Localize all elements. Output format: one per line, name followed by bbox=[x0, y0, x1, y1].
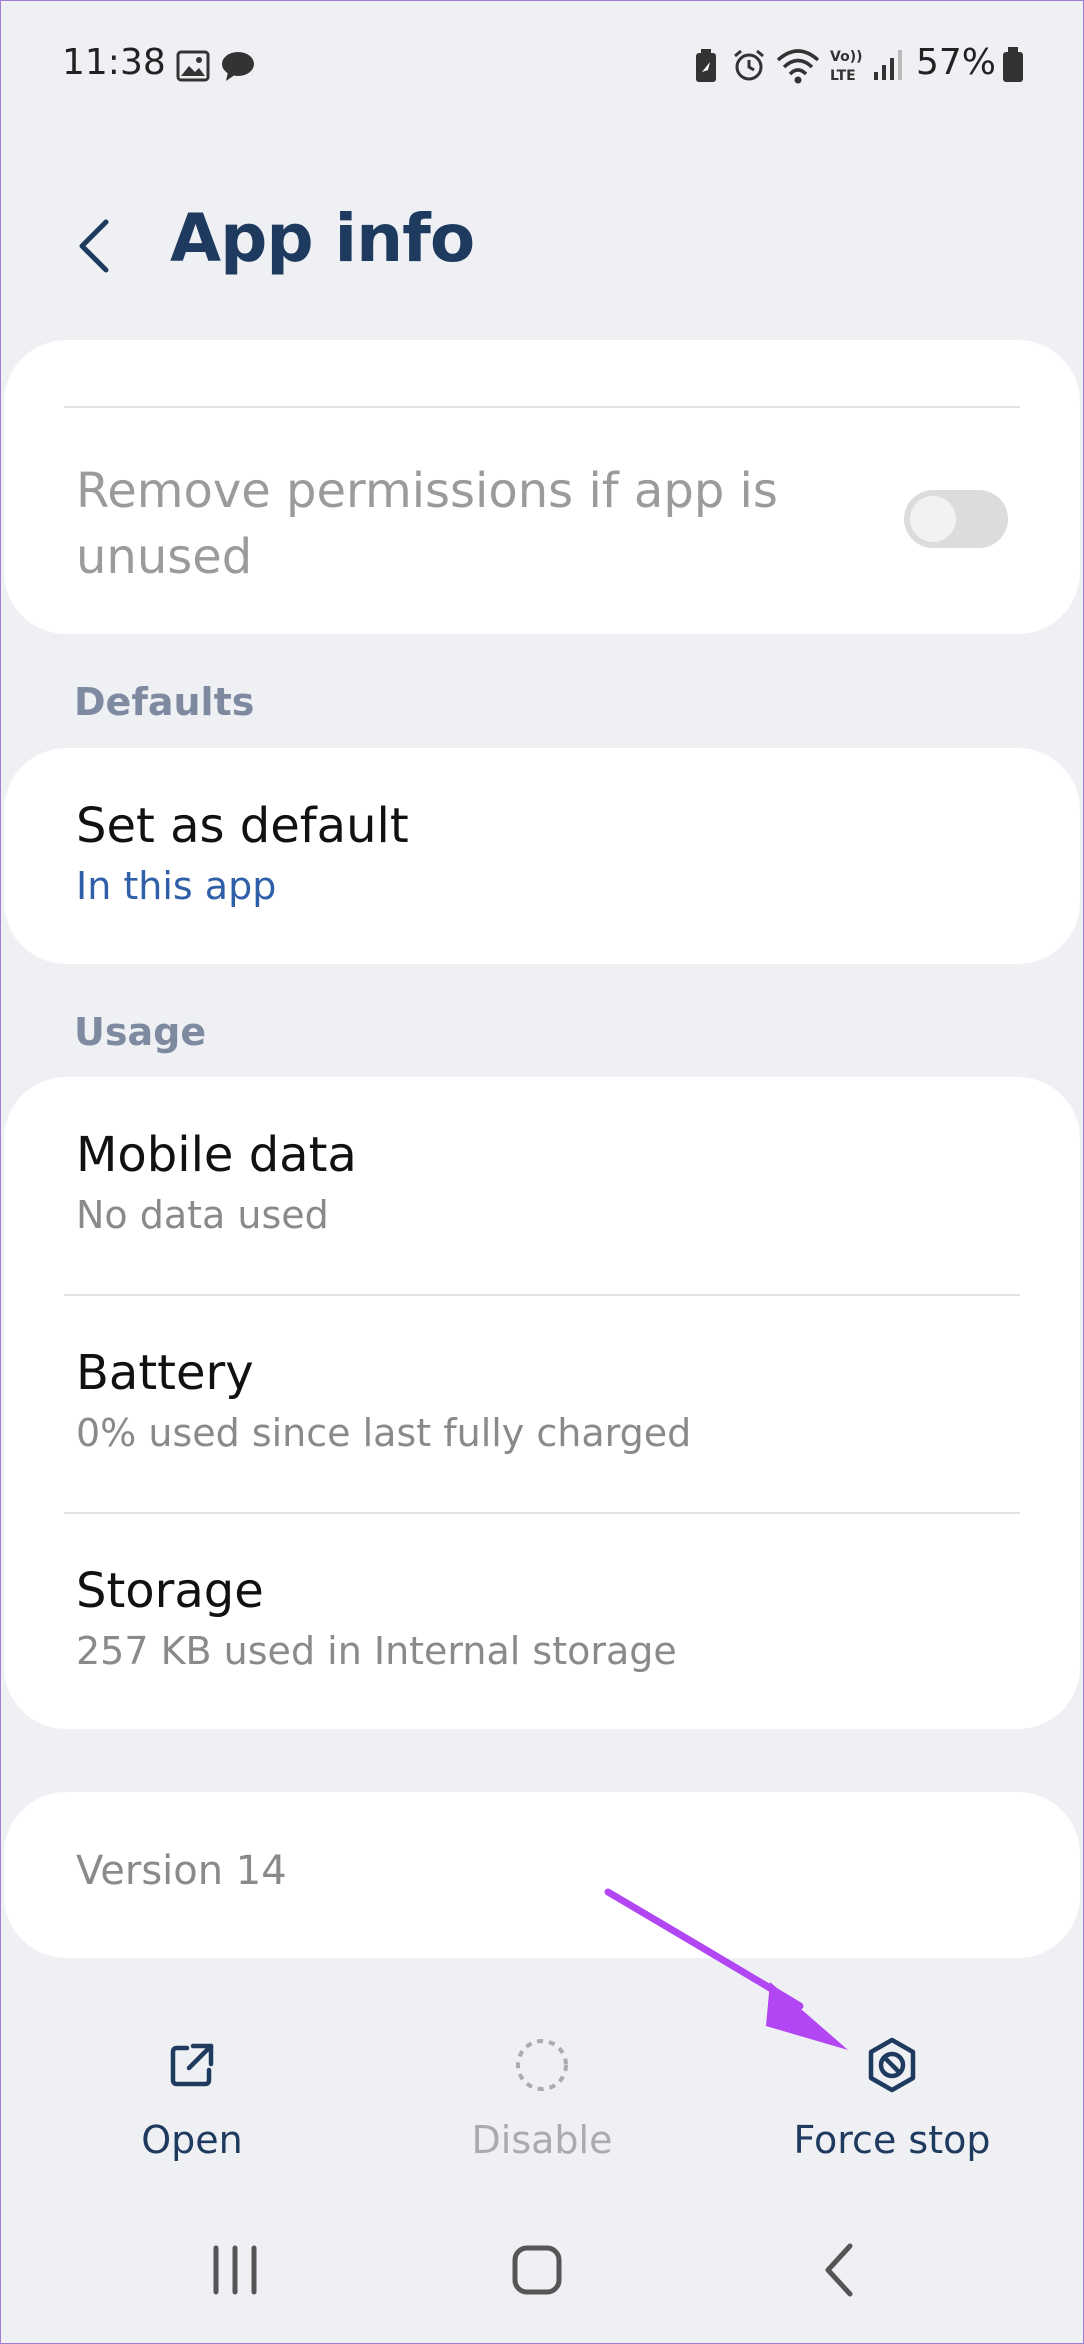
usage-card: Mobile data No data used Battery 0% used… bbox=[4, 1077, 1080, 1729]
back-button[interactable] bbox=[62, 200, 132, 290]
force-stop-icon bbox=[868, 2037, 916, 2093]
home-button[interactable] bbox=[482, 2230, 592, 2310]
version-label: Version 14 bbox=[76, 1848, 287, 1894]
force-stop-label: Force stop bbox=[793, 2118, 991, 2162]
battery-saver-icon bbox=[696, 49, 716, 82]
defaults-card: Set as default In this app bbox=[4, 748, 1080, 964]
svg-text:Vo)): Vo)) bbox=[830, 49, 862, 65]
alarm-icon bbox=[734, 49, 764, 81]
remove-permissions-toggle[interactable] bbox=[904, 490, 1008, 548]
set-as-default-title: Set as default bbox=[76, 798, 409, 854]
permissions-card: Screen time Remove permissions if app is… bbox=[4, 340, 1080, 634]
toggle-knob bbox=[910, 496, 956, 542]
section-defaults: Defaults bbox=[74, 680, 255, 724]
chat-icon bbox=[222, 52, 254, 81]
divider bbox=[64, 1512, 1020, 1514]
divider bbox=[64, 406, 1020, 408]
mobile-data-item[interactable]: Mobile data No data used bbox=[76, 1127, 1020, 1237]
divider bbox=[64, 1294, 1020, 1296]
open-button[interactable]: Open bbox=[72, 2030, 312, 2180]
open-external-icon bbox=[170, 2043, 214, 2087]
wifi-icon bbox=[776, 49, 820, 84]
remove-permissions-line2: unused bbox=[76, 529, 253, 585]
nav-back-button[interactable] bbox=[786, 2230, 896, 2310]
battery-percent: 57% bbox=[916, 42, 997, 83]
status-bar: 11:38 Vo)) LTE 57% bbox=[0, 0, 1084, 130]
home-icon bbox=[512, 2245, 562, 2295]
force-stop-button[interactable]: Force stop bbox=[772, 2030, 1012, 2180]
set-as-default-sub: In this app bbox=[76, 864, 277, 908]
disable-icon bbox=[516, 2039, 568, 2091]
page-title: App info bbox=[170, 200, 475, 277]
status-time: 11:38 bbox=[62, 42, 166, 83]
signal-icon bbox=[874, 50, 902, 80]
chevron-left-icon bbox=[79, 219, 109, 273]
disable-label: Disable bbox=[471, 2118, 613, 2162]
remove-permissions-line1: Remove permissions if app is bbox=[76, 463, 778, 519]
image-icon bbox=[176, 50, 210, 82]
recents-button[interactable] bbox=[180, 2230, 290, 2310]
section-usage: Usage bbox=[74, 1010, 207, 1054]
set-as-default-item[interactable]: Set as default In this app bbox=[76, 798, 1020, 908]
svg-text:LTE: LTE bbox=[830, 68, 856, 84]
back-icon bbox=[825, 2243, 853, 2297]
disable-button[interactable]: Disable bbox=[422, 2030, 662, 2180]
volte-icon: Vo)) LTE bbox=[830, 49, 862, 84]
version-card: Version 14 bbox=[4, 1792, 1080, 1958]
remove-permissions-item[interactable]: Remove permissions if app is unused bbox=[76, 458, 880, 590]
screen-time-item[interactable]: Screen time bbox=[76, 340, 1020, 350]
storage-item[interactable]: Storage 257 KB used in Internal storage bbox=[76, 1563, 1020, 1673]
recents-icon bbox=[213, 2245, 257, 2295]
open-label: Open bbox=[141, 2118, 243, 2162]
battery-item[interactable]: Battery 0% used since last fully charged bbox=[76, 1345, 1020, 1455]
battery-icon bbox=[1003, 47, 1023, 82]
